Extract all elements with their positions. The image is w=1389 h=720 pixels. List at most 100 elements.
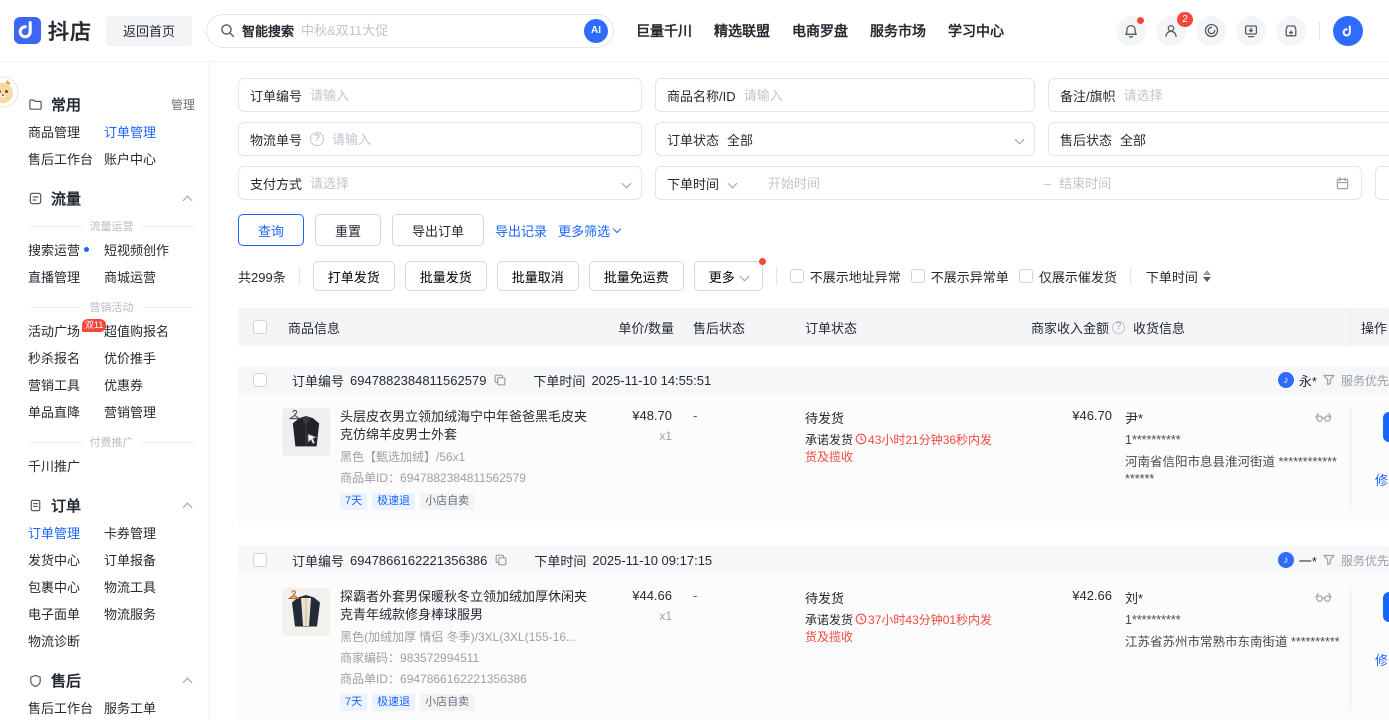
back-home-button[interactable]: 返回首页 bbox=[106, 16, 192, 46]
flag-funnel-icon[interactable] bbox=[1322, 373, 1336, 387]
sidebar-item-qianchuan-promo[interactable]: 千川推广 bbox=[28, 452, 104, 479]
sidebar-item-search-ops[interactable]: 搜索运营 bbox=[28, 236, 104, 263]
sidebar-item-price-push[interactable]: 优价推手 bbox=[104, 344, 195, 371]
remark-flag-field[interactable]: 备注/旗帜 bbox=[1048, 78, 1389, 112]
chevron-down-icon[interactable] bbox=[728, 178, 738, 188]
primary-action-button-clipped[interactable] bbox=[1383, 412, 1389, 442]
doudian-logo[interactable]: 抖店 bbox=[14, 16, 92, 46]
sidebar-item-marketing-tools[interactable]: 营销工具 bbox=[28, 371, 104, 398]
hide-abnormal-order-checkbox[interactable]: 不展示异常单 bbox=[911, 267, 1009, 286]
reset-button[interactable]: 重置 bbox=[315, 214, 381, 246]
order-no-input[interactable] bbox=[310, 88, 630, 103]
sidebar-item-short-video[interactable]: 短视频创作 bbox=[104, 236, 195, 263]
batch-ship-button[interactable]: 批量发货 bbox=[405, 261, 487, 291]
select-all-checkbox[interactable] bbox=[253, 320, 267, 334]
sidebar-item-e-waybill[interactable]: 电子面单 bbox=[28, 600, 104, 627]
sidebar-item-aftersale-workbench2[interactable]: 售后工作台 bbox=[28, 694, 104, 720]
batch-free-shipping-button[interactable]: 批量免运费 bbox=[589, 261, 684, 291]
modify-address-link[interactable]: 修改地址 bbox=[1375, 650, 1389, 669]
sidebar-item-orders[interactable]: 订单管理 bbox=[104, 118, 195, 145]
sidebar-item-activity-square[interactable]: 活动广场双11 bbox=[28, 317, 104, 344]
start-time-input[interactable] bbox=[744, 176, 1036, 191]
sidebar-item-seckill[interactable]: 秒杀报名 bbox=[28, 344, 104, 371]
copy-icon[interactable] bbox=[494, 553, 508, 567]
help-icon[interactable]: ? bbox=[310, 132, 324, 146]
copy-icon[interactable] bbox=[493, 373, 507, 387]
sidebar-item-logistics-tools[interactable]: 物流工具 bbox=[104, 573, 195, 600]
time-range-field[interactable]: 下单时间 – bbox=[655, 166, 1362, 200]
mascot-sticker[interactable] bbox=[0, 76, 19, 108]
only-urged-checkbox[interactable]: 仅展示催发货 bbox=[1019, 267, 1117, 286]
buyer-name[interactable]: 永* bbox=[1299, 371, 1317, 390]
sidebar-item-price-drop[interactable]: 单品直降 bbox=[28, 398, 104, 425]
view-privacy-glasses-icon[interactable] bbox=[1315, 592, 1332, 603]
product-name-input[interactable] bbox=[744, 88, 1023, 103]
sidebar-item-live[interactable]: 直播管理 bbox=[28, 263, 104, 290]
product-image[interactable] bbox=[282, 408, 330, 456]
helpdesk-button[interactable] bbox=[1196, 16, 1226, 46]
section-header-traffic[interactable]: 流量 bbox=[28, 188, 195, 209]
order-checkbox[interactable] bbox=[253, 553, 267, 567]
product-image[interactable] bbox=[282, 588, 330, 636]
order-no-field[interactable]: 订单编号 bbox=[238, 78, 642, 112]
info-icon[interactable]: ? bbox=[1112, 321, 1125, 334]
sort-by-order-time[interactable]: 下单时间 bbox=[1146, 267, 1211, 286]
tracking-no-input[interactable] bbox=[332, 132, 630, 147]
export-log-link[interactable]: 导出记录 bbox=[495, 221, 547, 240]
payment-method-input[interactable] bbox=[310, 176, 615, 191]
product-title[interactable]: 头层皮衣男立领加绒海宁中年爸爸黑毛皮夹克仿绵羊皮男士外套 bbox=[340, 408, 594, 444]
sidebar-item-goods[interactable]: 商品管理 bbox=[28, 118, 104, 145]
section-header-order[interactable]: 订单 bbox=[28, 495, 195, 516]
smart-search-box[interactable]: 智能搜索 AI bbox=[206, 14, 614, 48]
remark-flag-input[interactable] bbox=[1124, 88, 1389, 103]
sidebar-item-package-center[interactable]: 包裹中心 bbox=[28, 573, 104, 600]
ai-search-badge[interactable]: AI bbox=[584, 19, 608, 43]
calendar-icon[interactable] bbox=[1335, 176, 1350, 191]
nav-qianchuan[interactable]: 巨量千川 bbox=[636, 21, 692, 41]
shop-avatar[interactable] bbox=[1333, 16, 1363, 46]
sidebar-item-super-value[interactable]: 超值购报名 bbox=[104, 317, 195, 344]
sidebar-item-service-ticket[interactable]: 服务工单 bbox=[104, 694, 195, 720]
order-checkbox[interactable] bbox=[253, 373, 267, 387]
sidebar-item-logistics-diagnosis[interactable]: 物流诊断 bbox=[28, 627, 104, 654]
contacts-button[interactable]: 2 bbox=[1156, 16, 1186, 46]
collapse-chevron-icon[interactable] bbox=[183, 503, 193, 513]
buyer-name[interactable]: 一* bbox=[1299, 551, 1317, 570]
export-orders-button[interactable]: 导出订单 bbox=[392, 214, 484, 246]
nav-jingxuan[interactable]: 精选联盟 bbox=[714, 21, 770, 41]
nav-service-market[interactable]: 服务市场 bbox=[870, 21, 926, 41]
search-input[interactable] bbox=[301, 23, 577, 38]
print-ship-button[interactable]: 打单发货 bbox=[313, 261, 395, 291]
more-filters-link[interactable]: 更多筛选 bbox=[558, 221, 620, 240]
nav-compass[interactable]: 电商罗盘 bbox=[792, 21, 848, 41]
order-status-select[interactable]: 订单状态 全部 bbox=[655, 122, 1035, 156]
sidebar-item-account-center[interactable]: 账户中心 bbox=[104, 145, 195, 172]
modify-address-link[interactable]: 修改地址 bbox=[1375, 470, 1389, 489]
aftersale-status-select[interactable]: 售后状态 全部 bbox=[1048, 122, 1389, 156]
sidebar-item-card-coupon[interactable]: 卡券管理 bbox=[104, 519, 195, 546]
product-name-field[interactable]: 商品名称/ID bbox=[655, 78, 1035, 112]
sidebar-item-coupons[interactable]: 优惠券 bbox=[104, 371, 195, 398]
manage-link[interactable]: 管理 bbox=[171, 96, 195, 113]
clipped-filter-field[interactable] bbox=[1375, 166, 1389, 200]
client-download-button[interactable] bbox=[1236, 16, 1266, 46]
end-time-input[interactable] bbox=[1059, 176, 1327, 191]
more-batch-button[interactable]: 更多 bbox=[694, 261, 763, 291]
query-button[interactable]: 查询 bbox=[238, 214, 304, 246]
payment-method-select[interactable]: 支付方式 bbox=[238, 166, 642, 200]
sidebar-item-aftersale-workbench[interactable]: 售后工作台 bbox=[28, 145, 104, 172]
sidebar-item-logistics-service[interactable]: 物流服务 bbox=[104, 600, 195, 627]
nav-learning[interactable]: 学习中心 bbox=[948, 21, 1004, 41]
sidebar-item-ship-center[interactable]: 发货中心 bbox=[28, 546, 104, 573]
product-title[interactable]: 探霸者外套男保暖秋冬立领加绒加厚休闲夹克青年绒款修身棒球服男 bbox=[340, 588, 594, 624]
collapse-chevron-icon[interactable] bbox=[183, 678, 193, 688]
hide-address-abnormal-checkbox[interactable]: 不展示地址异常 bbox=[790, 267, 901, 286]
sidebar-item-mall-ops[interactable]: 商城运营 bbox=[104, 263, 195, 290]
section-header-common[interactable]: 常用 管理 bbox=[28, 94, 195, 115]
tracking-no-field[interactable]: 物流单号 ? bbox=[238, 122, 642, 156]
collapse-chevron-icon[interactable] bbox=[183, 196, 193, 206]
sidebar-item-order-report[interactable]: 订单报备 bbox=[104, 546, 195, 573]
primary-action-button-clipped[interactable] bbox=[1383, 592, 1389, 622]
flag-funnel-icon[interactable] bbox=[1322, 553, 1336, 567]
sidebar-item-marketing-mgmt[interactable]: 营销管理 bbox=[104, 398, 195, 425]
